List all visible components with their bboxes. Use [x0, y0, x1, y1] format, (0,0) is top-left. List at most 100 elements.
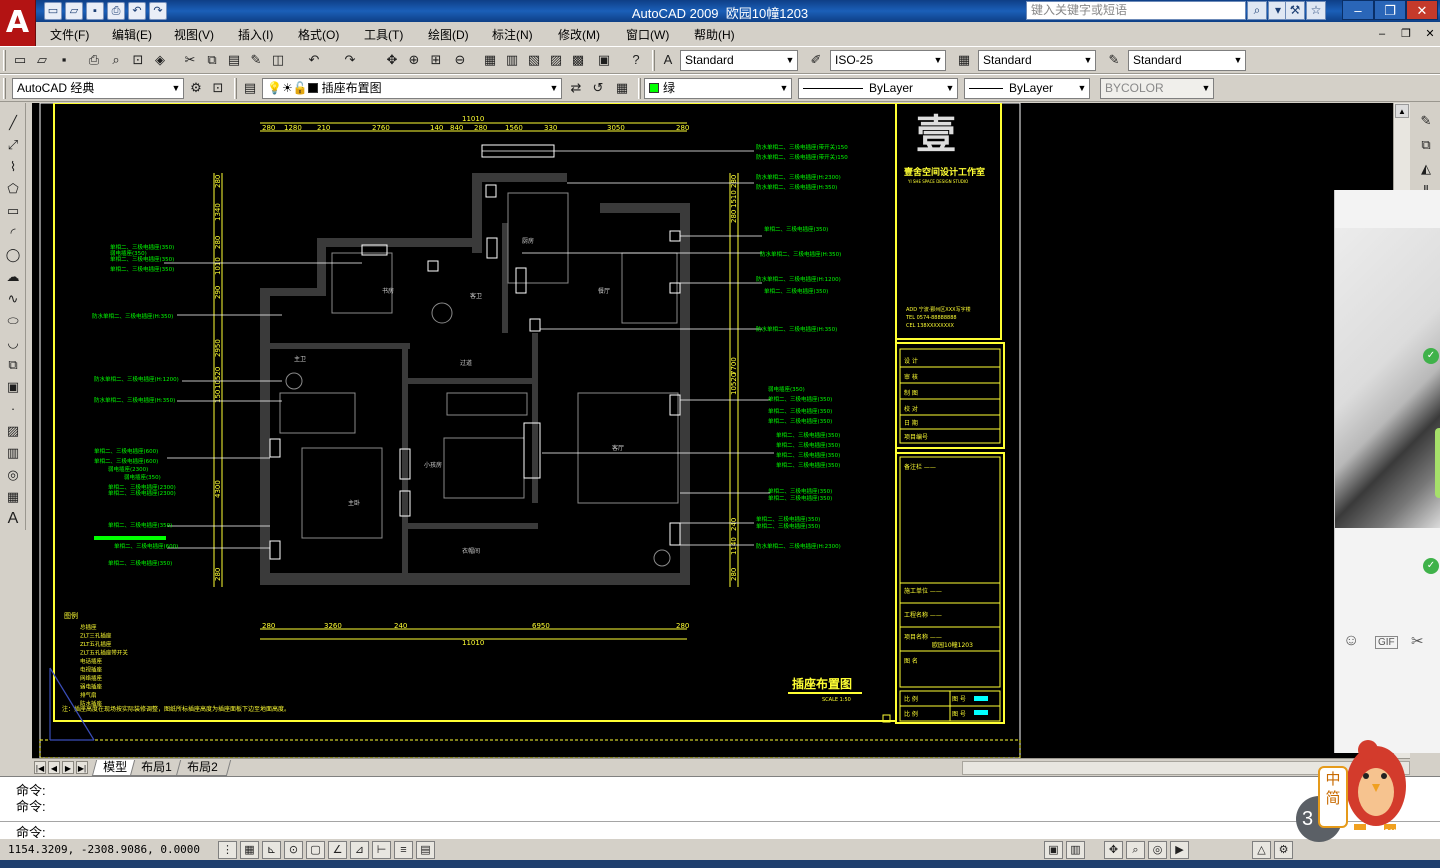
3d-dwf-icon[interactable]: ◈ — [150, 51, 170, 70]
polygon-icon[interactable]: ⬠ — [3, 179, 23, 199]
sheet-set-icon[interactable]: ▨ — [546, 51, 566, 70]
construction-line-icon[interactable]: ⤢ — [3, 135, 23, 155]
menu-file[interactable]: 文件(F) — [50, 26, 89, 43]
snap-mode-icon[interactable]: ⋮ — [218, 841, 237, 859]
arc-icon[interactable]: ◜ — [3, 223, 23, 243]
polar-tracking-icon[interactable]: ⊙ — [284, 841, 303, 859]
open-file-icon[interactable]: ▱ — [65, 2, 83, 20]
table-style-icon[interactable]: ▦ — [954, 51, 974, 70]
tool-palettes-icon[interactable]: ▧ — [524, 51, 544, 70]
drawing-canvas[interactable]: 壹 壹舍空间设计工作室 YI SHE SPACE DESIGN STUDIO A… — [32, 103, 1409, 758]
quickcalc-icon[interactable]: ▣ — [594, 51, 614, 70]
workspace-switch-icon[interactable]: ⚙ — [1274, 841, 1293, 859]
ime-language-indicator[interactable]: 中 简 — [1318, 766, 1348, 828]
revision-cloud-icon[interactable]: ☁ — [3, 267, 23, 287]
undo-icon[interactable]: ↶ — [128, 2, 146, 20]
annotation-visibility-icon[interactable]: △ — [1252, 841, 1271, 859]
cut-icon[interactable]: ✂ — [180, 51, 200, 70]
redo-icon[interactable]: ↷ — [340, 51, 360, 70]
application-menu-button[interactable]: A — [0, 0, 36, 46]
markup-icon[interactable]: ▩ — [568, 51, 588, 70]
workspace-settings-icon[interactable]: ⚙ — [186, 79, 206, 98]
point-icon[interactable]: · — [3, 399, 23, 419]
circle-icon[interactable]: ◯ — [3, 245, 23, 265]
multileader-style-icon[interactable]: ✎ — [1104, 51, 1124, 70]
doc-minimize-button[interactable]: – — [1374, 27, 1390, 41]
table-style-select[interactable]: Standard ▼ — [978, 50, 1096, 71]
new-file-icon[interactable]: ▭ — [44, 2, 62, 20]
command-window[interactable]: 命令: 命令: 命令: — [0, 776, 1440, 840]
chat-message-bubble[interactable] — [1435, 428, 1440, 498]
workspace-select[interactable]: AutoCAD 经典 ▼ — [12, 78, 184, 99]
help-search-input[interactable]: 键入关键字或短语 — [1026, 1, 1246, 20]
make-current-layer-icon[interactable]: ⇄ — [566, 79, 586, 98]
multiline-text-icon[interactable]: A — [3, 509, 23, 529]
menu-edit[interactable]: 编辑(E) — [112, 26, 152, 43]
plotstyle-select[interactable]: BYCOLOR ▼ — [1100, 78, 1214, 99]
scroll-up-icon[interactable]: ▲ — [1395, 104, 1409, 118]
menu-modify[interactable]: 修改(M) — [558, 26, 600, 43]
emoji-icon[interactable]: ☺ — [1343, 632, 1359, 650]
toolbar-grip[interactable] — [3, 50, 6, 71]
erase-icon[interactable]: ✎ — [1416, 111, 1436, 131]
multileader-style-select[interactable]: Standard ▼ — [1128, 50, 1246, 71]
make-block-icon[interactable]: ▣ — [3, 377, 23, 397]
showmotion-icon[interactable]: ▶ — [1170, 841, 1189, 859]
pan-icon[interactable]: ✥ — [382, 51, 402, 70]
text-style-icon[interactable]: A — [658, 51, 678, 70]
restore-button[interactable]: ❐ — [1374, 0, 1406, 20]
quick-view-layouts-icon[interactable]: ▥ — [1066, 841, 1085, 859]
insert-block-icon[interactable]: ⧉ — [3, 355, 23, 375]
table-icon[interactable]: ▦ — [3, 487, 23, 507]
match-properties-icon[interactable]: ✎ — [246, 51, 266, 70]
doc-close-button[interactable]: ✕ — [1422, 27, 1438, 41]
lineweight-select[interactable]: ByLayer ▼ — [964, 78, 1090, 99]
gradient-icon[interactable]: ▥ — [3, 443, 23, 463]
help-icon[interactable]: ? — [626, 51, 646, 70]
menu-view[interactable]: 视图(V) — [174, 26, 214, 43]
last-tab-icon[interactable]: ▶| — [76, 761, 88, 774]
line-icon[interactable]: ╱ — [3, 113, 23, 133]
tab-layout2[interactable]: 布局2 — [175, 760, 231, 776]
design-center-icon[interactable]: ▥ — [502, 51, 522, 70]
dynamic-input-icon[interactable]: ⊢ — [372, 841, 391, 859]
layer-state-icon[interactable]: ▦ — [612, 79, 632, 98]
my-workspace-icon[interactable]: ⊡ — [208, 79, 228, 98]
text-style-select[interactable]: Standard ▼ — [680, 50, 798, 71]
layer-manager-icon[interactable]: ▤ — [240, 79, 260, 98]
search-icon[interactable]: ⌕ — [1247, 1, 1267, 20]
dim-style-icon[interactable]: ✐ — [806, 51, 826, 70]
save-icon[interactable]: ▪ — [86, 2, 104, 20]
dim-style-select[interactable]: ISO-25 ▼ — [830, 50, 946, 71]
undo-icon[interactable]: ↶ — [304, 51, 324, 70]
menu-window[interactable]: 窗口(W) — [626, 26, 669, 43]
copy-icon[interactable]: ⧉ — [202, 51, 222, 70]
ortho-mode-icon[interactable]: ⊾ — [262, 841, 281, 859]
scissors-icon[interactable]: ✂ — [1411, 632, 1424, 650]
mirror-icon[interactable]: ◭ — [1416, 159, 1436, 179]
close-button[interactable]: ✕ — [1406, 0, 1438, 20]
grid-display-icon[interactable]: ▦ — [240, 841, 259, 859]
lineweight-toggle-icon[interactable]: ≡ — [394, 841, 413, 859]
ellipse-icon[interactable]: ⬭ — [3, 311, 23, 331]
favorites-star-icon[interactable]: ☆ — [1306, 1, 1326, 20]
layer-previous-icon[interactable]: ↺ — [588, 79, 608, 98]
properties-icon[interactable]: ▦ — [480, 51, 500, 70]
doc-restore-button[interactable]: ❐ — [1398, 27, 1414, 41]
menu-draw[interactable]: 绘图(D) — [428, 26, 469, 43]
print-icon[interactable]: ⎙ — [107, 2, 125, 20]
gif-icon[interactable]: GIF — [1375, 636, 1398, 649]
copy-object-icon[interactable]: ⧉ — [1416, 135, 1436, 155]
publish-icon[interactable]: ⊡ — [128, 51, 148, 70]
color-select[interactable]: 绿 ▼ — [644, 78, 792, 99]
dynamic-ucs-icon[interactable]: ⊿ — [350, 841, 369, 859]
menu-help[interactable]: 帮助(H) — [694, 26, 735, 43]
model-space-icon[interactable]: ▣ — [1044, 841, 1063, 859]
first-tab-icon[interactable]: |◀ — [34, 761, 46, 774]
steering-wheel-icon[interactable]: ◎ — [1148, 841, 1167, 859]
chat-window-overlay[interactable]: ✓ ✓ ☺ GIF ✂ — [1334, 190, 1440, 753]
prev-tab-icon[interactable]: ◀ — [48, 761, 60, 774]
open-icon[interactable]: ▱ — [32, 51, 52, 70]
paste-icon[interactable]: ▤ — [224, 51, 244, 70]
menu-format[interactable]: 格式(O) — [298, 26, 339, 43]
